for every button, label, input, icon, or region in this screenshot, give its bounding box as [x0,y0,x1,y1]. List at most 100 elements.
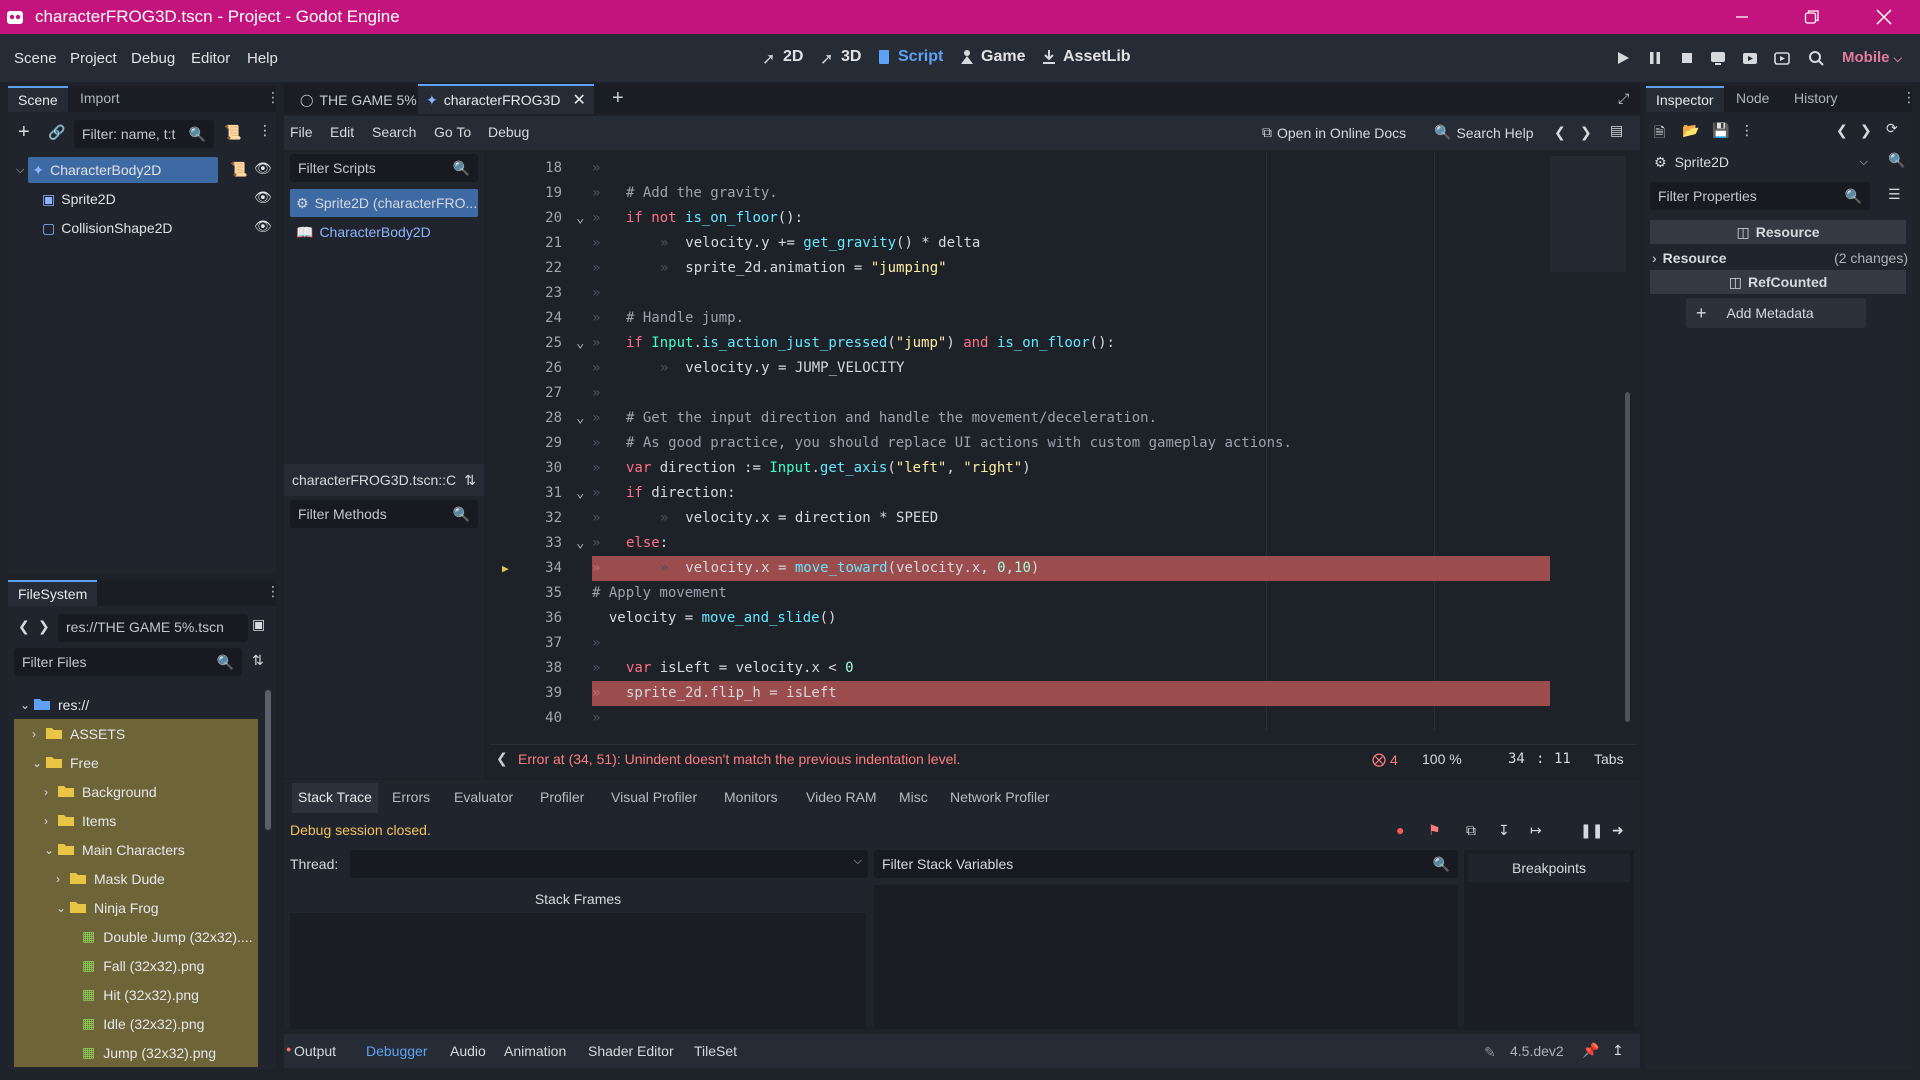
script-menu-debug[interactable]: Debug [488,124,529,140]
file-tree-item[interactable]: ⌄ Main Characters [14,835,258,864]
close-window-button[interactable] [1854,0,1914,34]
add-scene-tab-icon[interactable]: + [612,87,624,110]
remote-debug-icon[interactable] [1710,50,1726,66]
attach-script-icon[interactable]: 📜 [224,124,241,141]
script-menu-search[interactable]: Search [372,124,416,140]
zoom-level[interactable]: 100 % [1422,751,1462,767]
file-tree-item[interactable]: › Items [14,806,258,835]
next-script-icon[interactable]: ❯ [1580,124,1592,141]
bottom-tab[interactable]: Animation [504,1043,566,1059]
copy-icon[interactable]: ⧉ [1466,822,1476,839]
code-line[interactable]: ▶ 34»» velocity.x = move_toward(velocity.… [490,556,1630,581]
prev-script-icon[interactable]: ❮ [1554,124,1566,141]
toggle-scripts-panel-icon[interactable]: ▤ [1610,122,1623,139]
menu-project[interactable]: Project [70,50,117,67]
minimize-button[interactable] [1712,0,1772,34]
resource-group[interactable]: › Resource (2 changes) [1652,246,1908,270]
code-editor[interactable]: 18 » 19 » # Add the gravity. 20 ⌄ » if not is_on… [490,152,1630,730]
fold-arrow-icon[interactable]: ⌄ [576,531,584,556]
object-properties-icon[interactable]: 🔍 [1888,152,1905,169]
code-line[interactable]: 36 velocity = move_and_slide() [490,606,1630,631]
thread-select[interactable]: ⌵ [350,850,868,878]
add-metadata-button[interactable]: + Add Metadata [1686,298,1866,328]
step-into-icon[interactable]: ↧ [1498,822,1510,839]
main-screen-script[interactable]: Script [877,48,943,66]
debugger-tab[interactable]: Misc [895,787,932,817]
renderer-select[interactable]: Mobile ⌵ [1842,49,1902,66]
path-field[interactable]: res://THE GAME 5%.tscn [58,614,248,642]
step-over-icon[interactable]: ↦ [1530,822,1542,839]
fold-arrow-icon[interactable]: ⌄ [576,406,584,431]
debugger-tab[interactable]: Network Profiler [946,787,1054,817]
file-tree-item[interactable]: ⌄ res:// [14,690,258,719]
code-line[interactable]: 25 ⌄ » if Input.is_action_just_pressed("jum… [490,331,1630,356]
file-tree-item[interactable]: ⌄ Ninja Frog [14,893,258,922]
close-tab-icon[interactable]: ✕ [572,90,585,110]
menu-editor[interactable]: Editor [191,50,230,67]
object-selector[interactable]: ⚙ Sprite2D ⌵ [1650,148,1868,176]
debugger-tab[interactable]: Monitors [720,787,782,817]
code-line[interactable]: 37 » [490,631,1630,656]
fold-arrow-icon[interactable]: ⌄ [576,331,584,356]
tree-item-collisionshape2d[interactable]: ▢ CollisionShape2D [42,215,173,241]
debugger-tab[interactable]: Visual Profiler [607,787,701,817]
code-line[interactable]: 28 ⌄ » # Get the input direction and handle… [490,406,1630,431]
scene-tab-characterfrog3d[interactable]: ✦ characterFROG3D ✕ [418,84,594,114]
file-tree-item[interactable]: ▦ Idle (32x32).png [14,1009,258,1038]
break-icon[interactable]: ❚❚ [1580,822,1603,839]
code-line[interactable]: 24 » # Handle jump. [490,306,1630,331]
file-tree-item[interactable]: ▦ Fall (32x32).png [14,951,258,980]
stop-icon[interactable] [1680,51,1694,65]
breakpoints-panel[interactable]: Breakpoints [1464,850,1634,1030]
menu-scene[interactable]: Scene [14,50,57,67]
more-options-icon[interactable]: ⋮ [1740,122,1754,139]
save-icon[interactable]: 💾 [1712,122,1729,139]
dock-menu-icon[interactable]: ⋮ [1902,89,1916,106]
continue-icon[interactable]: ➜ [1612,822,1624,839]
fold-arrow-icon[interactable]: ⌄ [576,206,584,231]
debugger-tab[interactable]: Errors [388,787,434,817]
play-scene-icon[interactable] [1742,50,1758,66]
bottom-tab[interactable]: Output [294,1043,336,1059]
code-line[interactable]: 18 » [490,156,1630,181]
tree-item-characterbody2d[interactable]: ⌵ ✦ CharacterBody2D [16,157,232,183]
file-tree-item[interactable]: ▦ Jump (32x32).png [14,1038,258,1067]
toggle-script-list-icon[interactable]: ❮ [496,750,508,767]
pause-icon[interactable] [1648,51,1662,65]
scrollbar[interactable] [265,690,271,830]
split-view-icon[interactable]: ▣ [252,616,265,633]
stack-variables-tree[interactable] [874,885,1458,1029]
movie-maker-icon[interactable] [1808,50,1824,66]
code-line[interactable]: 31 ⌄ » if direction: [490,481,1630,506]
visibility-eye-icon[interactable]: 👁 [254,160,272,177]
debugger-tab[interactable]: Video RAM [802,787,881,817]
file-tree-item[interactable]: › Background [14,777,258,806]
bottom-tab[interactable]: Debugger [366,1043,428,1059]
code-line[interactable]: 33 ⌄ » else: [490,531,1630,556]
distraction-free-icon[interactable]: ⤢ [1618,90,1629,107]
code-line[interactable]: 27 » [490,381,1630,406]
script-menu-edit[interactable]: Edit [330,124,354,140]
forward-icon[interactable]: ❯ [38,618,50,635]
play-icon[interactable] [1616,51,1630,65]
visibility-eye-icon[interactable]: 👁 [254,218,272,235]
sort-icon[interactable]: ⇅ [464,472,476,489]
code-line[interactable]: 22 » » sprite_2d.animation = "jumping" [490,256,1630,281]
play-custom-scene-icon[interactable] [1774,50,1790,66]
file-tree-item[interactable]: ▦ Hit (32x32).png [14,980,258,1009]
filter-stack-variables-input[interactable]: Filter Stack Variables 🔍 [874,850,1458,878]
dock-menu-icon[interactable]: ⋮ [266,89,280,106]
filter-properties-input[interactable]: Filter Properties 🔍 [1650,182,1870,210]
file-tree-item[interactable]: › Mask Dude [14,864,258,893]
file-tree-item[interactable]: › ASSETS [14,719,258,748]
script-attached-icon[interactable]: 📜 [230,161,247,178]
code-line[interactable]: 32 » » velocity.x = direction * SPEED [490,506,1630,531]
property-settings-icon[interactable]: ☰ [1888,186,1901,203]
history-icon[interactable]: ⟳ [1886,120,1898,137]
file-tree-item[interactable]: ▦ Double Jump (32x32).... [14,922,258,951]
search-help-button[interactable]: 🔍 Search Help [1434,124,1533,141]
code-line[interactable]: 35 # Apply movement [490,581,1630,606]
bottom-tab[interactable]: TileSet [694,1043,737,1059]
code-line[interactable]: 20 ⌄ » if not is_on_floor(): [490,206,1630,231]
main-screen-3d[interactable]: ➚ 3D [820,48,861,68]
